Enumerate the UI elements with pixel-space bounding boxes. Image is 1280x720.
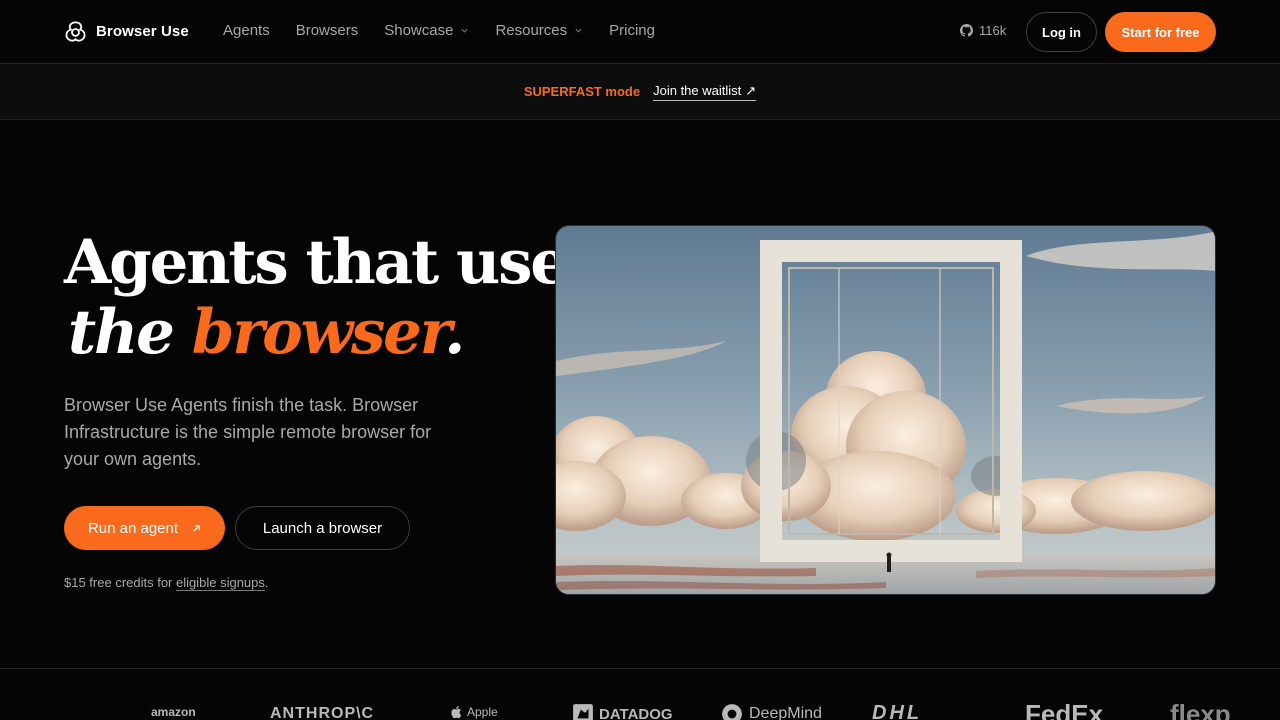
- run-an-agent-button[interactable]: Run an agent: [64, 506, 225, 550]
- github-icon: [960, 24, 973, 37]
- logo-datadog: DATADOG: [572, 703, 673, 720]
- brand-name: Browser Use: [96, 23, 189, 40]
- announcement-banner: SUPERFAST mode Join the waitlist ↗: [0, 64, 1280, 120]
- logo-text: DATADOG: [599, 705, 673, 720]
- hero-title-the: the: [68, 297, 175, 368]
- portal-in-clouds-image: [556, 226, 1215, 594]
- deepmind-icon: [722, 704, 742, 720]
- login-button[interactable]: Log in: [1026, 12, 1097, 52]
- launch-a-browser-button[interactable]: Launch a browser: [235, 506, 410, 550]
- eligible-signups-link[interactable]: eligible signups: [176, 575, 265, 590]
- logo-anthropic: ANTHROP\C: [270, 705, 374, 720]
- start-for-free-button[interactable]: Start for free: [1105, 12, 1216, 52]
- logo-fedex: FedEx: [1025, 699, 1103, 720]
- browser-use-logo-icon: [65, 21, 86, 42]
- banner-tag: SUPERFAST mode: [523, 84, 641, 99]
- nav-link-label: Showcase: [384, 22, 454, 39]
- hero-illustration: [555, 225, 1216, 595]
- nav-link-pricing[interactable]: Pricing: [609, 22, 655, 39]
- logo-text: Apple: [467, 705, 498, 719]
- brand-home-link[interactable]: Browser Use: [64, 20, 189, 43]
- nav-links: Agents Browsers Showcase Resources Prici…: [223, 22, 655, 39]
- nav-link-label: Agents: [223, 22, 270, 39]
- credits-suffix: .: [264, 575, 269, 590]
- logo-apple: Apple: [450, 705, 498, 719]
- customer-logos-strip: amazon ANTHROP\C Apple DATADOG DeepMind …: [0, 668, 1280, 720]
- top-nav: Browser Use Agents Browsers Showcase Res…: [0, 0, 1280, 64]
- logo-text: ANTHROP\C: [270, 705, 375, 720]
- join-waitlist-label: Join the waitlist: [653, 83, 742, 98]
- nav-link-label: Browsers: [295, 22, 359, 39]
- hero-title-period: .: [444, 297, 465, 368]
- logo-dhl: DHL: [872, 702, 922, 720]
- arrow-up-right-icon: ↗: [745, 82, 757, 98]
- nav-link-label: Resources: [495, 22, 568, 39]
- credits-note: $15 free credits for eligible signups.: [64, 575, 269, 590]
- hero-title-line2: the browser.: [64, 298, 567, 368]
- run-an-agent-label: Run an agent: [87, 519, 179, 537]
- logo-amazon: amazon: [151, 705, 196, 719]
- logo-deepmind: DeepMind: [720, 703, 822, 720]
- apple-icon: [451, 706, 462, 719]
- hero-title-browser: browser: [191, 297, 446, 368]
- logo-text: FedEx: [1025, 699, 1104, 720]
- chevron-down-icon: [461, 28, 469, 33]
- chevron-down-icon: [575, 28, 582, 33]
- logo-text: amazon: [151, 705, 196, 719]
- hero-title: Agents that use the browser.: [64, 227, 569, 368]
- datadog-dog-icon: [573, 704, 593, 720]
- nav-link-browsers[interactable]: Browsers: [296, 22, 359, 39]
- logo-flexport: flexp: [1170, 699, 1231, 720]
- logo-text: DHL: [872, 702, 923, 720]
- arrow-up-right-icon: [193, 524, 200, 532]
- hero-subtitle: Browser Use Agents finish the task. Brow…: [64, 395, 432, 469]
- github-stars-count: 116k: [979, 23, 1007, 38]
- logo-text: flexp: [1170, 699, 1231, 720]
- nav-link-showcase[interactable]: Showcase: [384, 22, 469, 39]
- nav-link-agents[interactable]: Agents: [223, 22, 270, 39]
- nav-link-resources[interactable]: Resources: [495, 22, 583, 39]
- github-stars-link[interactable]: 116k: [960, 23, 1006, 38]
- logo-text: DeepMind: [749, 705, 822, 720]
- hero-title-line1: Agents that use: [64, 227, 569, 298]
- join-waitlist-link[interactable]: Join the waitlist ↗: [653, 82, 757, 101]
- credits-prefix: $15 free credits for: [64, 575, 176, 590]
- nav-link-label: Pricing: [609, 22, 655, 39]
